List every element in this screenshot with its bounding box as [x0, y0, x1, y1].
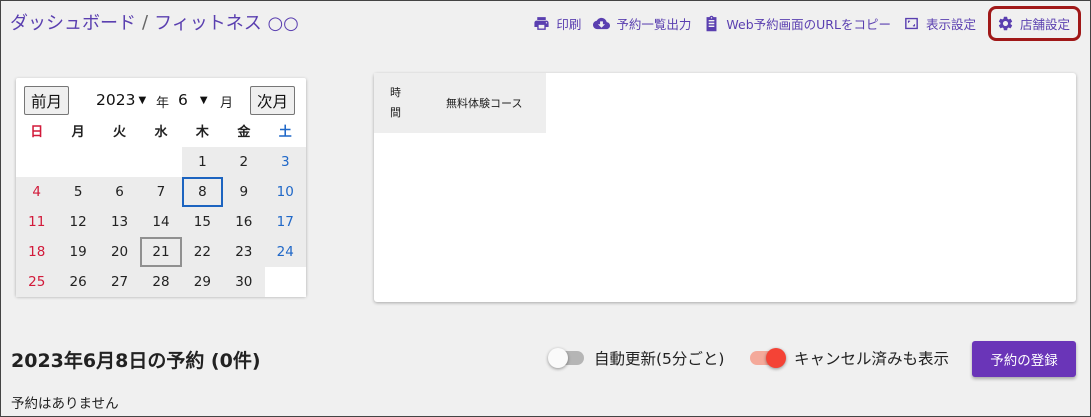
calendar-day[interactable]: 22 [181, 237, 224, 267]
empty-message: 予約はありません [11, 396, 119, 412]
calendar-empty-cell [16, 147, 58, 177]
calendar-day[interactable]: 18 [16, 237, 58, 267]
store-settings-button[interactable]: 店舗設定 [987, 6, 1081, 41]
reservations-title: 2023年6月8日の予約 (0件) [11, 350, 261, 372]
calendar-day[interactable]: 27 [98, 267, 141, 297]
weekday-header: 水 [154, 125, 168, 140]
calendar-day[interactable]: 9 [223, 177, 265, 207]
export-label: 予約一覧出力 [616, 17, 692, 32]
next-month-button[interactable]: 次月 [250, 86, 296, 115]
calendar-empty-cell [98, 147, 141, 177]
copy-url-button[interactable]: Web予約画面のURLをコピー [703, 14, 891, 33]
calendar-day[interactable]: 13 [98, 207, 141, 237]
print-button[interactable]: 印刷 [533, 14, 581, 33]
calendar-card: 前月 2023 ▼ 年 6 ▼ 月 次月 日月火水木金土 1 2 3 4 5 6 7 8 9 10 11 1… [16, 78, 306, 297]
schedule-card: 時間 無料体験コース [374, 73, 1076, 302]
show-cancelled-label: キャンセル済みも表示 [794, 350, 950, 368]
calendar-day[interactable]: 2 [223, 147, 265, 177]
schedule-header: 時間 無料体験コース [374, 73, 546, 133]
calendar-grid: 日月火水木金土 1 2 3 4 5 6 7 8 9 10 11 12 13 14 15 16 17 18 19 20 21… [16, 119, 306, 297]
calendar-day[interactable]: 3 [264, 147, 306, 177]
calendar-day[interactable]: 14 [140, 207, 182, 237]
toolbar: 印刷 予約一覧出力 Web予約画面のURLをコピー 表示設定 店舗設定 [533, 6, 1081, 41]
weekday-header: 火 [113, 125, 127, 140]
calendar-day[interactable]: 12 [57, 207, 99, 237]
show-cancelled-toggle[interactable] [750, 348, 786, 368]
month-value: 6 [178, 91, 188, 109]
time-column-header: 時間 [390, 86, 401, 119]
gear-icon [998, 16, 1013, 31]
breadcrumb-current: フィットネス ○○ [154, 13, 299, 34]
weekday-header: 日 [30, 125, 44, 140]
calendar-day[interactable]: 26 [57, 267, 99, 297]
year-suffix: 年 [156, 96, 170, 111]
auto-refresh-toggle[interactable] [548, 348, 584, 368]
calendar-day[interactable]: 25 [16, 267, 58, 297]
display-settings-button[interactable]: 表示設定 [903, 14, 976, 33]
breadcrumb: ダッシュボード / フィットネス ○○ [10, 9, 299, 35]
month-suffix: 月 [220, 96, 234, 111]
year-value: 2023 [96, 91, 136, 109]
calendar-day[interactable]: 16 [223, 207, 265, 237]
calendar-day[interactable]: 23 [223, 237, 265, 267]
calendar-day[interactable]: 8 [181, 177, 224, 207]
auto-refresh-label: 自動更新(5分ごと) [594, 350, 725, 368]
calendar-day[interactable]: 24 [264, 237, 306, 267]
month-select[interactable]: 6 ▼ [178, 91, 208, 109]
breadcrumb-separator: / [142, 11, 149, 33]
calendar-day[interactable]: 30 [223, 267, 265, 297]
calendar-day[interactable]: 5 [57, 177, 99, 207]
calendar-day[interactable]: 28 [140, 267, 182, 297]
register-reservation-button[interactable]: 予約の登録 [972, 341, 1076, 377]
calendar-day[interactable]: 29 [181, 267, 224, 297]
display-settings-label: 表示設定 [925, 17, 976, 32]
calendar-empty-cell [57, 147, 99, 177]
show-cancelled-toggle-group[interactable]: キャンセル済みも表示 [750, 347, 949, 369]
cloud-download-icon [593, 17, 611, 30]
store-settings-label: 店舗設定 [1019, 17, 1070, 32]
calendar-empty-cell [140, 147, 182, 177]
calendar-empty-cell [264, 267, 306, 297]
calendar-day[interactable]: 11 [16, 207, 58, 237]
weekday-header: 土 [278, 125, 292, 140]
calendar-day[interactable]: 7 [140, 177, 182, 207]
calendar-day[interactable]: 15 [181, 207, 224, 237]
weekday-header: 金 [237, 125, 251, 140]
calendar-day[interactable]: 6 [98, 177, 141, 207]
calendar-nav: 前月 2023 ▼ 年 6 ▼ 月 次月 [16, 78, 306, 118]
copy-url-label: Web予約画面のURLをコピー [726, 17, 891, 32]
calendar-day[interactable]: 21 [140, 237, 182, 267]
weekday-header: 月 [71, 125, 85, 140]
calendar-day[interactable]: 20 [98, 237, 141, 267]
calendar-day[interactable]: 17 [264, 207, 306, 237]
print-icon [534, 17, 549, 30]
breadcrumb-dashboard-link[interactable]: ダッシュボード [10, 9, 136, 35]
clipboard-icon [706, 15, 717, 32]
calendar-day[interactable]: 10 [264, 177, 306, 207]
calendar-day[interactable]: 19 [57, 237, 99, 267]
prev-month-button[interactable]: 前月 [24, 86, 70, 115]
fullscreen-icon [905, 17, 918, 30]
year-select[interactable]: 2023 ▼ [96, 91, 146, 109]
toggle-knob [766, 348, 786, 368]
toggle-knob [548, 348, 568, 368]
weekday-header: 木 [195, 125, 209, 140]
calendar-day[interactable]: 4 [16, 177, 58, 207]
chevron-down-icon: ▼ [199, 95, 208, 106]
auto-refresh-toggle-group[interactable]: 自動更新(5分ごと) [548, 347, 725, 369]
export-button[interactable]: 予約一覧出力 [593, 14, 691, 33]
course-column-header: 無料体験コース [446, 97, 523, 110]
print-label: 印刷 [556, 17, 582, 32]
chevron-down-icon: ▼ [138, 95, 147, 106]
calendar-day[interactable]: 1 [181, 147, 224, 177]
